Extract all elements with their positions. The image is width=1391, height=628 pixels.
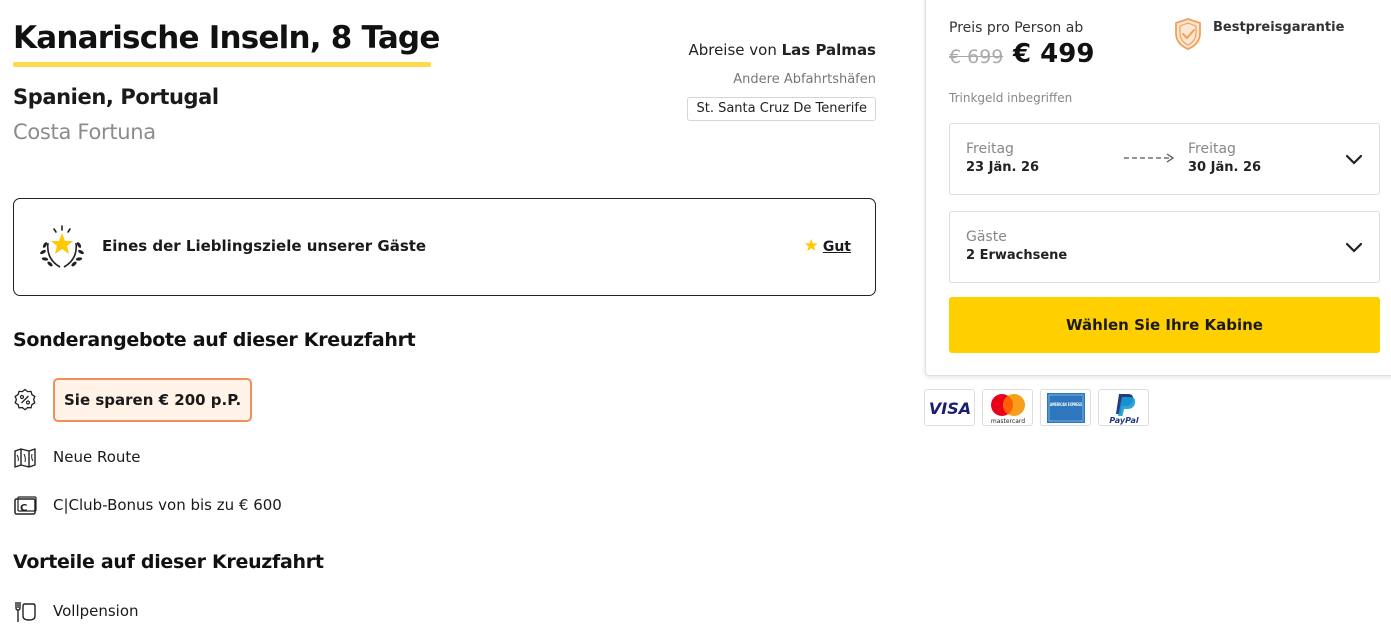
svg-text:C: C bbox=[20, 503, 27, 514]
svg-text:VISA: VISA bbox=[928, 399, 970, 418]
chevron-down-icon bbox=[1345, 242, 1363, 253]
title-underline bbox=[13, 62, 431, 67]
chevron-down-icon bbox=[1345, 154, 1363, 165]
other-port-chip[interactable]: St. Santa Cruz De Tenerife bbox=[687, 97, 876, 121]
laurel-star-icon bbox=[40, 225, 84, 268]
rating[interactable]: ★ Gut bbox=[804, 238, 851, 255]
savings-badge: Sie sparen € 200 p.P. bbox=[53, 378, 253, 422]
date-from: 23 Jän. 26 bbox=[966, 160, 1040, 175]
page-title: Kanarische Inseln, 8 Tage bbox=[13, 20, 440, 56]
tip-note: Trinkgeld inbegriffen bbox=[949, 91, 1073, 105]
dashed-arrow-icon bbox=[1124, 153, 1175, 163]
shield-check-icon bbox=[1175, 18, 1201, 50]
cclub-bonus-text: C|Club-Bonus von bis zu € 600 bbox=[53, 496, 282, 514]
rating-label[interactable]: Gut bbox=[823, 239, 851, 255]
departure-info: Abreise von Las Palmas bbox=[688, 41, 876, 59]
visa-logo: VISA bbox=[924, 389, 975, 426]
booking-panel: Preis pro Person ab € 699 € 499 Bestprei… bbox=[925, 0, 1391, 376]
amex-logo: AMERICAN EXPRESS bbox=[1040, 389, 1091, 426]
ship-name: Costa Fortuna bbox=[13, 120, 156, 144]
mastercard-logo: mastercard bbox=[982, 389, 1033, 426]
map-icon bbox=[14, 448, 36, 468]
svg-text:mastercard: mastercard bbox=[990, 418, 1024, 425]
mastercard-icon: mastercard bbox=[990, 393, 1025, 425]
svg-text:AMERICAN EXPRESS: AMERICAN EXPRESS bbox=[1050, 402, 1082, 408]
guests-value: 2 Erwachsene bbox=[966, 248, 1068, 263]
offers-heading: Sonderangebote auf dieser Kreuzfahrt bbox=[13, 329, 416, 351]
paypal-logo: PayPal bbox=[1098, 389, 1149, 426]
date-selector[interactable]: Freitag 23 Jän. 26 Freitag 30 Jän. 26 bbox=[949, 123, 1380, 195]
best-price-guarantee[interactable]: Bestpreisgarantie bbox=[1213, 20, 1344, 35]
payment-methods: VISA mastercard AMERICAN EXPRESS PayPal bbox=[924, 389, 1149, 426]
benefits-heading: Vorteile auf dieser Kreuzfahrt bbox=[13, 551, 324, 573]
old-price: € 699 bbox=[949, 46, 1004, 68]
guests-label: Gäste bbox=[966, 229, 1007, 245]
new-price: € 499 bbox=[1013, 39, 1095, 69]
other-ports-label: Andere Abfahrtshäfen bbox=[733, 72, 876, 87]
date-to-day: Freitag bbox=[1188, 141, 1236, 157]
guest-selector[interactable]: Gäste 2 Erwachsene bbox=[949, 211, 1380, 283]
departure-prefix: Abreise von bbox=[688, 41, 777, 59]
svg-text:PayPal: PayPal bbox=[1109, 416, 1138, 425]
countries: Spanien, Portugal bbox=[13, 85, 219, 109]
favorite-destination-box: Eines der Lieblingsziele unserer Gäste ★… bbox=[13, 198, 876, 296]
paypal-icon: PayPal bbox=[1109, 393, 1138, 425]
date-from-day: Freitag bbox=[966, 141, 1014, 157]
amex-icon: AMERICAN EXPRESS bbox=[1046, 392, 1085, 423]
departure-port: Las Palmas bbox=[781, 41, 876, 59]
new-route-text: Neue Route bbox=[53, 448, 141, 466]
full-board-text: Vollpension bbox=[53, 602, 139, 620]
date-to: 30 Jän. 26 bbox=[1188, 160, 1262, 175]
favorite-text: Eines der Lieblingsziele unserer Gäste bbox=[102, 237, 427, 255]
choose-cabin-button[interactable]: Wählen Sie Ihre Kabine bbox=[949, 297, 1380, 353]
percent-badge-icon bbox=[14, 388, 36, 411]
visa-icon: VISA bbox=[928, 399, 970, 418]
price-label: Preis pro Person ab bbox=[949, 20, 1084, 36]
star-icon: ★ bbox=[803, 236, 819, 256]
fork-plate-icon bbox=[15, 602, 36, 622]
cclub-icon: C bbox=[14, 496, 37, 515]
